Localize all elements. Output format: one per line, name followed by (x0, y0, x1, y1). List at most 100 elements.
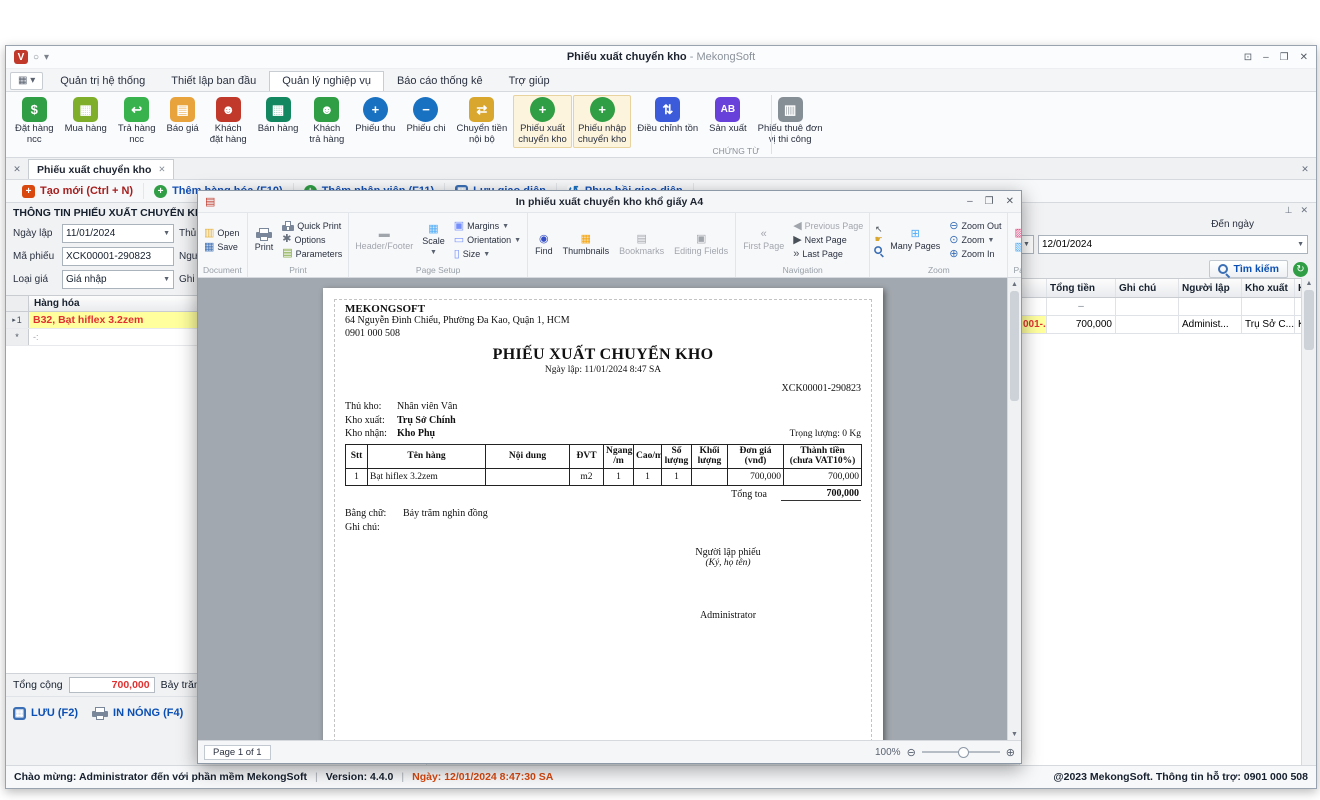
scale-button[interactable]: ▦ Scale ▼ (418, 223, 449, 258)
hot-print-button[interactable]: IN NÓNG (F4) (92, 707, 183, 720)
tab-bao-cao-thong-ke[interactable]: Báo cáo thống kê (384, 71, 496, 91)
cell-nguoi-lap[interactable]: Administ... (1179, 316, 1242, 333)
thumbnails-button[interactable]: ▦ Thumbnails (559, 233, 614, 258)
page-color-button[interactable]: ▨ ▼ (1011, 227, 1021, 240)
ribbon-item-phieu-thu[interactable]: + Phiếu thu (350, 95, 400, 148)
tab-tro-giup[interactable]: Trợ giúp (496, 71, 563, 91)
column-kho-xuat[interactable]: Kho xuất (1242, 279, 1295, 297)
save-button[interactable]: ▦ LƯU (F2) (13, 707, 78, 720)
loai-gia-select[interactable]: Giá nhập ▼ (62, 270, 174, 289)
last-page-button[interactable]: » Last Page (790, 248, 866, 261)
filter-tong-tien[interactable]: – (1047, 298, 1116, 315)
cell-kho-xuat[interactable]: Trụ Sở C... (1242, 316, 1295, 333)
cell-ghi-chu[interactable] (1116, 316, 1179, 333)
column-ghi-chu[interactable]: Ghi chú (1116, 279, 1179, 297)
ma-phieu-input[interactable]: XCK00001-290823 (62, 247, 174, 266)
close-tab-icon[interactable]: ✕ (158, 164, 165, 175)
ribbon-item-phieu-chi[interactable]: − Phiếu chi (401, 95, 450, 148)
many-pages-button[interactable]: ⊞ Many Pages (886, 228, 944, 253)
tu-ngay-input[interactable]: ▼ (1020, 235, 1034, 254)
zoom-in-button[interactable]: ⊕ Zoom In (946, 248, 1004, 261)
chevron-down-icon[interactable]: ▼ (1297, 241, 1304, 248)
find-button[interactable]: ◉ Find (531, 233, 557, 258)
preview-area[interactable]: MEKONGSOFT 64 Nguyễn Đình Chiểu, Phường … (198, 278, 1021, 740)
open-button[interactable]: ▥ Open (201, 227, 242, 240)
zoom-out-icon[interactable]: ⊖ (907, 746, 916, 759)
column-tong-tien[interactable]: Tổng tiền (1047, 279, 1116, 297)
scrollbar-thumb[interactable] (1010, 291, 1019, 401)
minimize-icon[interactable]: – (1263, 52, 1269, 63)
header-footer-button[interactable]: ▬ Header/Footer (352, 228, 416, 253)
refresh-icon[interactable]: ↻ (1293, 262, 1308, 277)
bookmarks-button[interactable]: ▤ Bookmarks (615, 233, 668, 258)
zoom-button[interactable]: ⊙ Zoom ▼ (946, 234, 1004, 247)
editing-fields-button[interactable]: ▣ Editing Fields (670, 233, 732, 258)
orientation-button[interactable]: ▭ Orientation ▼ (451, 234, 524, 247)
dialog-maximize-icon[interactable]: ❐ (985, 196, 994, 207)
print-button[interactable]: Print (251, 227, 278, 254)
ribbon-item-dat-hang-ncc[interactable]: $ Đặt hàng ncc (10, 95, 59, 148)
pointer-tool-icon[interactable]: ↖ (875, 225, 883, 234)
zoom-slider[interactable] (922, 751, 1000, 753)
parameters-button[interactable]: ▤ Parameters (279, 247, 345, 260)
ribbon-item-khach-tra-hang[interactable]: ☻ Khách trả hàng (304, 95, 349, 148)
scroll-up-icon[interactable]: ▲ (1008, 278, 1021, 290)
close-icon[interactable]: ✕ (1300, 52, 1308, 63)
size-button[interactable]: ▯ Size ▼ (451, 248, 524, 261)
zoom-slider-thumb[interactable] (958, 747, 969, 758)
ribbon-item-chuyen-tien-noi-bo[interactable]: ⇄ Chuyển tiền nội bộ (452, 95, 513, 148)
options-button[interactable]: ✱ Options (279, 233, 345, 246)
pin-icon[interactable]: ⊥ (1285, 205, 1293, 219)
quick-access-icon[interactable]: ○ (33, 52, 39, 63)
close-panel-icon[interactable]: ✕ (1300, 205, 1308, 219)
dialog-close-icon[interactable]: ✕ (1006, 196, 1014, 207)
hand-tool-icon[interactable]: ☛ (875, 235, 883, 244)
next-page-button[interactable]: ▶ Next Page (790, 234, 866, 247)
ribbon-item-khach-dat-hang[interactable]: ☻ Khách đặt hàng (205, 95, 252, 148)
ribbon-item-dieu-chinh-ton[interactable]: ⇅ Điều chỉnh tồn (632, 95, 703, 148)
zoom-out-button[interactable]: ⊖ Zoom Out (946, 220, 1004, 233)
ngay-lap-input[interactable]: 11/01/2024 ▼ (62, 224, 174, 243)
table-row[interactable]: 001-... 700,000 Administ... Trụ Sở C... … (1020, 316, 1302, 334)
tab-phieu-xuat-chuyen-kho-doc[interactable]: Phiếu xuất chuyển kho ✕ (28, 159, 174, 179)
column-code[interactable] (1020, 279, 1047, 297)
quick-access-dropdown-icon[interactable]: ▾ (44, 52, 49, 63)
close-tabs-right-icon[interactable]: ✕ (1294, 164, 1316, 179)
ribbon-item-ban-hang[interactable]: ▦ Bán hàng (253, 95, 304, 148)
chevron-down-icon[interactable]: ▼ (163, 230, 170, 237)
filter-row[interactable]: – (1020, 298, 1302, 316)
first-page-button[interactable]: « First Page (739, 228, 788, 253)
dialog-titlebar[interactable]: ▤ In phiếu xuất chuyển kho khổ giấy A4 –… (198, 191, 1021, 213)
den-ngay-input[interactable]: 12/01/2024 ▼ (1038, 235, 1308, 254)
tab-thiet-lap-ban-dau[interactable]: Thiết lập ban đầu (158, 71, 269, 91)
previous-page-button[interactable]: ◀ Previous Page (790, 220, 866, 233)
ribbon-item-phieu-xuat-chuyen-kho[interactable]: + Phiếu xuất chuyển kho (513, 95, 572, 148)
scrollbar-thumb[interactable] (1304, 290, 1314, 350)
tab-quan-ly-nghiep-vu[interactable]: Quản lý nghiệp vụ (269, 71, 384, 91)
close-all-tabs-icon[interactable]: ✕ (6, 164, 28, 179)
scroll-down-icon[interactable]: ▼ (1008, 728, 1021, 740)
quick-print-button[interactable]: Quick Print (279, 220, 345, 232)
dialog-minimize-icon[interactable]: – (967, 196, 973, 207)
tab-quan-tri-he-thong[interactable]: Quản trị hệ thống (47, 71, 158, 91)
magnifier-tool-icon[interactable] (874, 246, 883, 255)
save-document-button[interactable]: ▦ Save (201, 241, 242, 254)
ribbon-item-tra-hang-ncc[interactable]: ↩ Trả hàng ncc (113, 95, 161, 148)
search-button[interactable]: Tìm kiếm (1209, 260, 1288, 278)
column-nguoi-lap[interactable]: Người lập (1179, 279, 1242, 297)
scrollbar[interactable]: ▲ (1301, 278, 1316, 765)
ribbon-item-bao-gia[interactable]: ▤ Báo giá (162, 95, 204, 148)
watermark-button[interactable]: ▧ ▼ (1011, 241, 1021, 254)
app-menu-button[interactable]: ▦ ▾ (10, 72, 43, 90)
cell-code[interactable]: 001-... (1020, 316, 1047, 333)
chevron-down-icon[interactable]: ▼ (163, 276, 170, 283)
maximize-icon[interactable]: ❐ (1280, 52, 1289, 63)
margins-button[interactable]: ▣ Margins ▼ (451, 220, 524, 233)
ribbon-item-phieu-thue-don-vi-thi-cong[interactable]: ▥ Phiếu thuê đơn vị thi công (753, 95, 828, 148)
cell-tong-tien[interactable]: 700,000 (1047, 316, 1116, 333)
full-screen-icon[interactable]: ⊡ (1244, 52, 1252, 63)
preview-scrollbar[interactable]: ▲ ▼ (1007, 278, 1021, 740)
ribbon-item-san-xuat[interactable]: AB Sản xuất (704, 95, 752, 148)
create-new-button[interactable]: + Tạo mới (Ctrl + N) (12, 183, 144, 199)
ribbon-item-phieu-nhap-chuyen-kho[interactable]: + Phiếu nhập chuyển kho (573, 95, 632, 148)
